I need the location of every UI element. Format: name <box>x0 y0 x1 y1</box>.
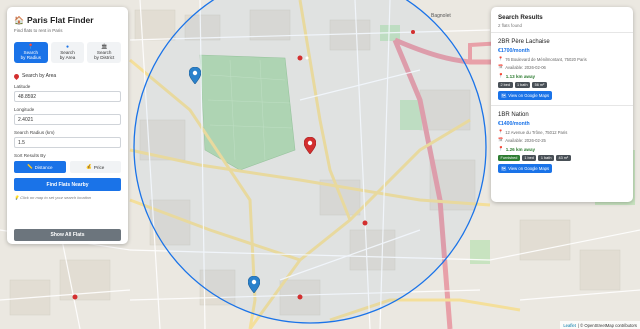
app-title: 🏠 Paris Flat Finder <box>14 15 121 25</box>
money-bag-icon: 💰 <box>86 164 92 169</box>
app-subtitle: Find flats to rent in Paris <box>14 28 63 33</box>
sort-label: Sort Results By <box>14 153 46 158</box>
radius-label: Search Radius (km) <box>14 130 55 135</box>
flat-distance: 📍 1.13 km away <box>498 73 536 79</box>
tab-search-by-district[interactable]: 🏛 Search by District <box>87 42 122 63</box>
flat-price: €1400/month <box>498 121 530 127</box>
tag-bedrooms: 1 bed <box>521 155 537 161</box>
map-attribution: Leaflet | © OpenStreetMap contributors <box>560 321 640 329</box>
results-title: Search Results <box>498 14 543 21</box>
osm-attribution: | © OpenStreetMap contributors <box>577 322 637 328</box>
results-panel: Search Results 2 flats found 2BR Père La… <box>491 7 633 202</box>
map-click-hint: 💡 Click on map to set your search locati… <box>14 195 92 200</box>
results-count: 2 flats found <box>498 23 522 28</box>
section-search-area: Search by Area <box>12 72 121 80</box>
tag-bathrooms: 1 bath <box>538 155 554 161</box>
tag-size: 56 m² <box>532 82 547 88</box>
search-mode-tabs: 📍 Search by Radius ● Search by Area 🏛 Se… <box>14 42 122 63</box>
tag-furnished: Furnished <box>498 155 520 161</box>
find-flats-button[interactable]: Find Flats Nearby <box>14 178 121 191</box>
sort-distance-button[interactable]: 📏 Distance <box>14 161 66 173</box>
sort-price-button[interactable]: 💰 Price <box>69 161 121 173</box>
tag-bedrooms: 2 bed <box>498 82 513 88</box>
flat-marker-icon[interactable] <box>248 276 260 293</box>
radius-input[interactable]: 1.5 <box>14 137 121 148</box>
leaflet-link[interactable]: Leaflet <box>563 323 576 328</box>
flat-title: 1BR Nation <box>498 112 529 118</box>
sort-options: 📏 Distance 💰 Price <box>14 161 121 173</box>
flat-tags: 2 bed 1 bath 56 m² <box>498 82 626 88</box>
ruler-icon: 📏 <box>26 164 33 169</box>
tab-search-by-radius[interactable]: 📍 Search by Radius <box>14 42 48 63</box>
map-label-bagnolet: Bagnolet <box>431 13 451 19</box>
tag-bathrooms: 1 bath <box>514 82 531 88</box>
flat-marker-icon[interactable] <box>189 67 201 84</box>
calendar-icon: 📅 <box>498 64 504 69</box>
map-icon: 🗺 <box>500 92 507 98</box>
show-all-flats-button[interactable]: Show All Flats <box>14 229 121 241</box>
view-on-google-maps-button[interactable]: 🗺 View on Google Maps <box>498 164 552 173</box>
view-on-google-maps-button[interactable]: 🗺 View on Google Maps <box>498 91 552 100</box>
flat-address: 📍 76 Boulevard de Ménilmontant, 75020 Pa… <box>498 56 587 62</box>
longitude-input[interactable]: 2.4021 <box>14 114 121 125</box>
latitude-label: Latitude <box>14 84 31 89</box>
pin-icon: 📍 <box>498 56 504 61</box>
flat-address: 📍 12 Avenue du Trône, 75012 Paris <box>498 129 568 135</box>
results-header: Search Results 2 flats found <box>491 7 633 33</box>
result-card[interactable]: 1BR Nation €1400/month 📍 12 Avenue du Tr… <box>491 106 633 178</box>
tag-size: 43 m² <box>555 155 571 161</box>
result-card[interactable]: 2BR Père Lachaise €1700/month 📍 76 Boule… <box>491 33 633 106</box>
tab-search-by-area[interactable]: ● Search by Area <box>50 42 85 63</box>
app-title-text: Paris Flat Finder <box>26 15 94 25</box>
longitude-label: Longitude <box>14 107 35 112</box>
flat-availability: 📅 Available: 2026-02-06 <box>498 64 546 70</box>
calendar-icon: 📅 <box>498 137 504 142</box>
pin-icon: 📍 <box>498 73 504 78</box>
house-icon: 🏠 <box>14 15 24 25</box>
pin-icon: 📍 <box>498 129 504 134</box>
flat-title: 2BR Père Lachaise <box>498 39 550 45</box>
search-panel: 🏠 Paris Flat Finder Find flats to rent i… <box>7 7 128 244</box>
map-icon: 🗺 <box>500 165 507 171</box>
latitude-input[interactable]: 48.8592 <box>14 91 121 102</box>
search-center-marker-icon[interactable] <box>304 137 316 154</box>
flat-distance: 📍 1.26 km away <box>498 146 536 152</box>
pin-icon: 📍 <box>498 146 504 151</box>
lightbulb-icon: 💡 <box>14 195 19 200</box>
flat-price: €1700/month <box>498 48 530 54</box>
flat-tags: Furnished 1 bed 1 bath 43 m² <box>498 155 626 161</box>
location-pin-icon <box>12 72 21 80</box>
flat-availability: 📅 Available: 2026-02-25 <box>498 137 546 143</box>
